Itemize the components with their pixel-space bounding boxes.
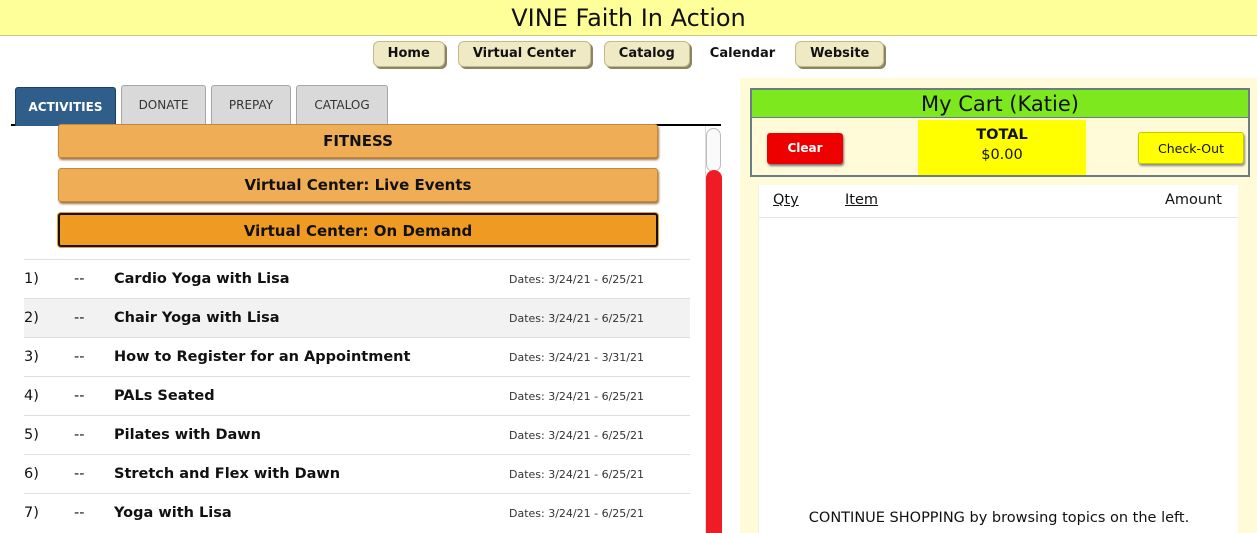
activity-dates: Dates: 3/24/21 - 6/25/21 (509, 467, 644, 481)
row-number: 1) (24, 271, 39, 287)
activity-row[interactable]: 1) -- Cardio Yoga with Lisa Dates: 3/24/… (24, 259, 690, 298)
activity-title[interactable]: Stretch and Flex with Dawn (114, 466, 509, 482)
activity-row[interactable]: 7) -- Yoga with Lisa Dates: 3/24/21 - 6/… (24, 493, 690, 532)
activity-title[interactable]: PALs Seated (114, 388, 509, 404)
activity-dates: Dates: 3/24/21 - 6/25/21 (509, 428, 644, 442)
cart-total: TOTAL $0.00 (918, 120, 1086, 175)
tab-prepay[interactable]: PREPAY (211, 85, 291, 125)
cart-items-table: Qty Item Amount CONTINUE SHOPPING by bro… (758, 185, 1238, 533)
row-number: 3) (24, 349, 39, 365)
activity-list: 1) -- Cardio Yoga with Lisa Dates: 3/24/… (24, 259, 690, 532)
activity-title[interactable]: Pilates with Dawn (114, 427, 509, 443)
activity-row[interactable]: 3) -- How to Register for an Appointment… (24, 337, 690, 376)
nav-home-button[interactable]: Home (372, 41, 445, 67)
activity-row[interactable]: 4) -- PALs Seated Dates: 3/24/21 - 6/25/… (24, 376, 690, 415)
row-separator: -- (74, 310, 85, 326)
row-number: 5) (24, 427, 39, 443)
tab-donate[interactable]: DONATE (121, 85, 206, 125)
row-separator: -- (74, 505, 85, 521)
column-qty[interactable]: Qty (773, 192, 799, 208)
row-separator: -- (74, 349, 85, 365)
row-separator: -- (74, 427, 85, 443)
activity-title[interactable]: Cardio Yoga with Lisa (114, 271, 509, 287)
row-separator: -- (74, 271, 85, 287)
scrollbar-cap[interactable] (706, 128, 721, 172)
cart-title: My Cart (Katie) (752, 90, 1248, 118)
row-number: 7) (24, 505, 39, 521)
tab-catalog[interactable]: CATALOG (296, 85, 388, 125)
nav-catalog-button[interactable]: Catalog (603, 41, 690, 67)
tab-activities[interactable]: ACTIVITIES (15, 87, 116, 126)
row-number: 2) (24, 310, 39, 326)
page-title: VINE Faith In Action (0, 0, 1257, 36)
activity-dates: Dates: 3/24/21 - 6/25/21 (509, 389, 644, 403)
category-on-demand-button[interactable]: Virtual Center: On Demand (58, 213, 658, 247)
activity-row[interactable]: 5) -- Pilates with Dawn Dates: 3/24/21 -… (24, 415, 690, 454)
cart-summary: My Cart (Katie) Clear TOTAL $0.00 Check-… (750, 88, 1250, 177)
activity-dates: Dates: 3/24/21 - 6/25/21 (509, 272, 644, 286)
checkout-button[interactable]: Check-Out (1138, 132, 1244, 164)
category-fitness-button[interactable]: FITNESS (58, 124, 658, 158)
total-amount: $0.00 (981, 147, 1023, 163)
tab-bar: ACTIVITIES DONATE PREPAY CATALOG (11, 85, 721, 126)
activity-title[interactable]: Chair Yoga with Lisa (114, 310, 509, 326)
continue-shopping-message: CONTINUE SHOPPING by browsing topics on … (808, 510, 1190, 526)
column-amount: Amount (1165, 192, 1222, 208)
activity-row[interactable]: 2) -- Chair Yoga with Lisa Dates: 3/24/2… (24, 298, 690, 337)
activity-dates: Dates: 3/24/21 - 6/25/21 (509, 311, 644, 325)
nav-calendar-link[interactable]: Calendar (703, 41, 782, 67)
row-number: 6) (24, 466, 39, 482)
activity-row[interactable]: 6) -- Stretch and Flex with Dawn Dates: … (24, 454, 690, 493)
total-label: TOTAL (976, 127, 1028, 143)
row-separator: -- (74, 388, 85, 404)
column-item[interactable]: Item (845, 192, 878, 208)
row-number: 4) (24, 388, 39, 404)
row-separator: -- (74, 466, 85, 482)
cart-table-header: Qty Item Amount (759, 185, 1238, 218)
top-navigation: Home Virtual Center Catalog Calendar Web… (0, 41, 1257, 71)
activity-dates: Dates: 3/24/21 - 3/31/21 (509, 350, 644, 364)
activity-title[interactable]: How to Register for an Appointment (114, 349, 509, 365)
nav-virtual-center-button[interactable]: Virtual Center (457, 41, 591, 67)
nav-website-button[interactable]: Website (795, 41, 885, 67)
clear-cart-button[interactable]: Clear (767, 133, 843, 164)
category-live-events-button[interactable]: Virtual Center: Live Events (58, 168, 658, 202)
activity-title[interactable]: Yoga with Lisa (114, 505, 509, 521)
scrollbar-thumb[interactable] (706, 170, 722, 533)
activity-dates: Dates: 3/24/21 - 6/25/21 (509, 506, 644, 520)
